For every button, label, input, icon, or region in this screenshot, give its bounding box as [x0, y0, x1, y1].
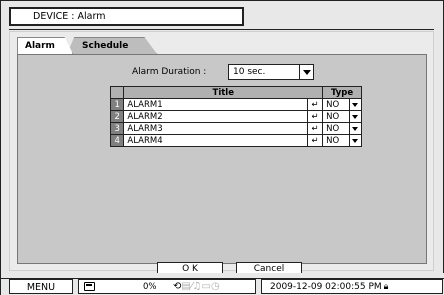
alarm-title-field[interactable]: ALARM4 [123, 134, 308, 147]
alarm-table: Title Type 1 ALARM1 ↵ NO 2 ALARM2 ↵ NO 3… [109, 86, 362, 147]
timer-icon: ◷ [210, 281, 220, 292]
tab-alarm[interactable]: Alarm [17, 37, 73, 54]
chevron-down-icon[interactable] [349, 99, 361, 110]
alarm-type-value: NO [326, 111, 340, 122]
alarm-duration-value: 10 sec. [233, 67, 266, 77]
alarm-duration-select[interactable]: 10 sec. [228, 64, 314, 80]
alarm-duration-label: Alarm Duration : [132, 67, 207, 77]
enter-icon[interactable]: ↵ [306, 98, 324, 111]
table-row: 4 ALARM4 ↵ NO [109, 134, 362, 147]
alarm-type-select[interactable]: NO [322, 98, 362, 111]
settings-panel: Schedule Alarm Alarm Duration : 10 sec. … [9, 31, 434, 276]
alarm-type-select[interactable]: NO [322, 110, 362, 123]
enter-icon[interactable]: ↵ [306, 122, 324, 135]
title-header: Title [123, 86, 324, 99]
alarm-title-field[interactable]: ALARM1 [123, 98, 308, 111]
index-header [109, 86, 125, 99]
alarm-content: Alarm Duration : 10 sec. Title Type 1 AL… [17, 54, 427, 264]
alarm-type-select[interactable]: NO [322, 134, 362, 147]
tab-schedule[interactable]: Schedule [67, 37, 157, 54]
datetime-display: 2009-12-09 02:00:55 PM 🔒︎ [261, 279, 443, 294]
table-header-row: Title Type [109, 86, 362, 99]
table-row: 1 ALARM1 ↵ NO [109, 98, 362, 111]
type-header: Type [322, 86, 362, 99]
alarm-type-value: NO [326, 135, 340, 146]
chevron-down-icon[interactable] [299, 65, 313, 79]
lock-icon: 🔒︎ [383, 282, 389, 292]
hdd-usage: 0% [143, 282, 157, 292]
divider [9, 29, 434, 30]
table-row: 3 ALARM3 ↵ NO [109, 122, 362, 135]
hdd-icon [84, 282, 95, 291]
datetime-text: 2009-12-09 02:00:55 PM [270, 282, 382, 292]
dvr-screen: DEVICE : Alarm Schedule Alarm Alarm Dura… [0, 0, 444, 295]
row-index: 1 [109, 98, 125, 111]
chevron-down-icon[interactable] [349, 111, 361, 122]
row-index: 3 [109, 122, 125, 135]
alarm-type-select[interactable]: NO [322, 122, 362, 135]
enter-icon[interactable]: ↵ [306, 134, 324, 147]
enter-icon[interactable]: ↵ [306, 110, 324, 123]
table-row: 2 ALARM2 ↵ NO [109, 110, 362, 123]
alarm-title-field[interactable]: ALARM3 [123, 122, 308, 135]
alarm-title-field[interactable]: ALARM2 [123, 110, 308, 123]
chevron-down-icon[interactable] [349, 123, 361, 134]
alarm-type-value: NO [326, 99, 340, 110]
window-title: DEVICE : Alarm [9, 7, 244, 26]
alarm-type-value: NO [326, 123, 340, 134]
chevron-down-icon[interactable] [349, 135, 361, 146]
row-index: 4 [109, 134, 125, 147]
status-icon-group: ⟲▤⁄♫▭◷ [173, 281, 220, 292]
record-icon: ▤ [181, 281, 191, 292]
status-bar: MENU 0% ⟲▤⁄♫▭◷ 2009-12-09 02:00:55 PM 🔒︎ [1, 273, 444, 295]
status-indicators: 0% ⟲▤⁄♫▭◷ [78, 279, 256, 294]
screen-icon: ▭ [201, 281, 211, 292]
row-index: 2 [109, 110, 125, 123]
menu-button[interactable]: MENU [9, 279, 73, 294]
